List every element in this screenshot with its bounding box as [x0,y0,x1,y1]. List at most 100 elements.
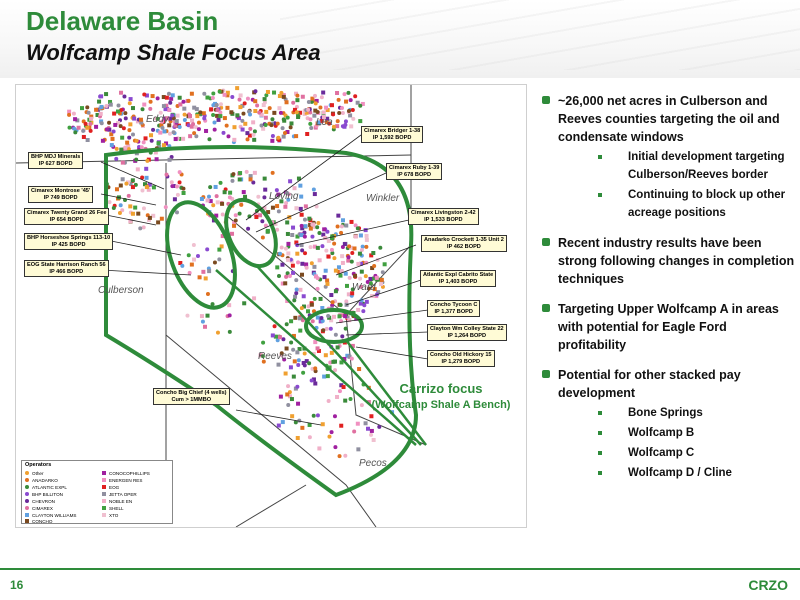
well-marker [292,186,297,191]
well-marker [290,263,295,268]
well-marker [358,233,363,238]
legend-label: CIMAREX [32,505,53,511]
well-marker [278,110,283,115]
well-marker [205,247,210,252]
well-marker [213,184,218,189]
well-marker [332,256,337,261]
well-marker [346,108,351,113]
well-marker [260,219,265,224]
legend-label: CONOCOPHILLIPS [109,470,150,476]
leader-line [235,409,322,426]
sub-bullet-icon [598,155,602,159]
well-marker [254,215,259,220]
well-marker [67,112,72,117]
well-marker [111,205,116,210]
well-marker [205,292,210,297]
well-marker [204,128,209,133]
well-marker [145,158,150,163]
well-marker [287,274,292,279]
well-marker [279,90,284,95]
well-marker [222,190,227,195]
well-marker [138,226,143,231]
well-marker [205,198,210,203]
well-marker [104,92,109,97]
well-marker [258,213,263,218]
well-marker [253,108,258,113]
well-marker [301,370,306,375]
well-marker [248,126,253,131]
well-marker [311,187,316,192]
well-marker [299,223,304,228]
well-marker [325,374,330,379]
well-marker [275,121,280,126]
callout-line1: Clayton Wm Colley State 22 [430,326,504,332]
legend-swatch [25,485,29,489]
well-marker [262,195,267,200]
legend-swatch [102,485,106,489]
well-callout: Atlantic Expl Cabrito State IP 1,403 BOPD [420,270,497,287]
well-marker [296,401,301,406]
well-marker [211,203,216,208]
well-marker [67,125,72,130]
county-label-lea: Lea [316,117,333,128]
well-marker [296,115,301,120]
well-marker [377,424,382,429]
well-marker [94,107,99,112]
legend-item: JETTA OPER [102,491,137,497]
well-marker [246,226,251,231]
well-marker [130,132,135,137]
well-marker [308,226,313,231]
well-marker [270,117,275,122]
well-marker [294,134,299,139]
bullet-text: ~26,000 net acres in Culberson and Reeve… [558,94,780,144]
well-marker [220,212,225,217]
well-marker [180,263,185,268]
well-marker [241,190,246,195]
well-marker [290,414,295,419]
well-marker [139,145,144,150]
well-marker [301,294,306,299]
legend-item: XTO [102,512,118,518]
well-marker [178,102,183,107]
well-marker [307,435,312,440]
legend-swatch [25,519,29,523]
well-marker [366,426,371,431]
well-marker [203,276,208,281]
well-marker [299,272,304,277]
well-marker [262,176,267,181]
well-marker [329,293,334,298]
well-callout: Clayton Wm Colley State 22 IP 1,264 BOPD [427,324,507,341]
well-marker [315,413,320,418]
well-marker [210,302,215,307]
sub-bullet-icon [598,411,602,415]
county-label-ward: Ward [352,282,376,293]
well-marker [278,251,283,256]
sub-bullet-icon [598,431,602,435]
well-marker [182,118,187,123]
well-marker [336,97,341,102]
callout-line2: IP 1,264 BOPD [447,332,487,339]
header-decoration [280,0,800,70]
well-marker [242,301,247,306]
well-marker [186,253,191,258]
well-marker [284,100,289,105]
well-marker [215,200,220,205]
well-marker [272,110,277,115]
well-marker [339,230,344,235]
sub-bullet-item: Continuing to block up other acreage pos… [558,186,795,222]
well-marker [297,316,302,321]
well-marker [120,135,125,140]
well-marker [295,350,300,355]
well-marker [346,255,351,260]
well-marker [170,93,175,98]
legend-swatch [25,513,29,517]
well-marker [181,186,186,191]
well-marker [346,90,351,95]
well-marker [98,94,103,99]
well-marker [195,254,200,259]
well-marker [335,224,340,229]
callout-line2: IP 749 BOPD [43,194,78,201]
bullet-item: Potential for other stacked pay developm… [540,366,795,482]
well-marker [136,211,141,216]
well-marker [198,110,203,115]
